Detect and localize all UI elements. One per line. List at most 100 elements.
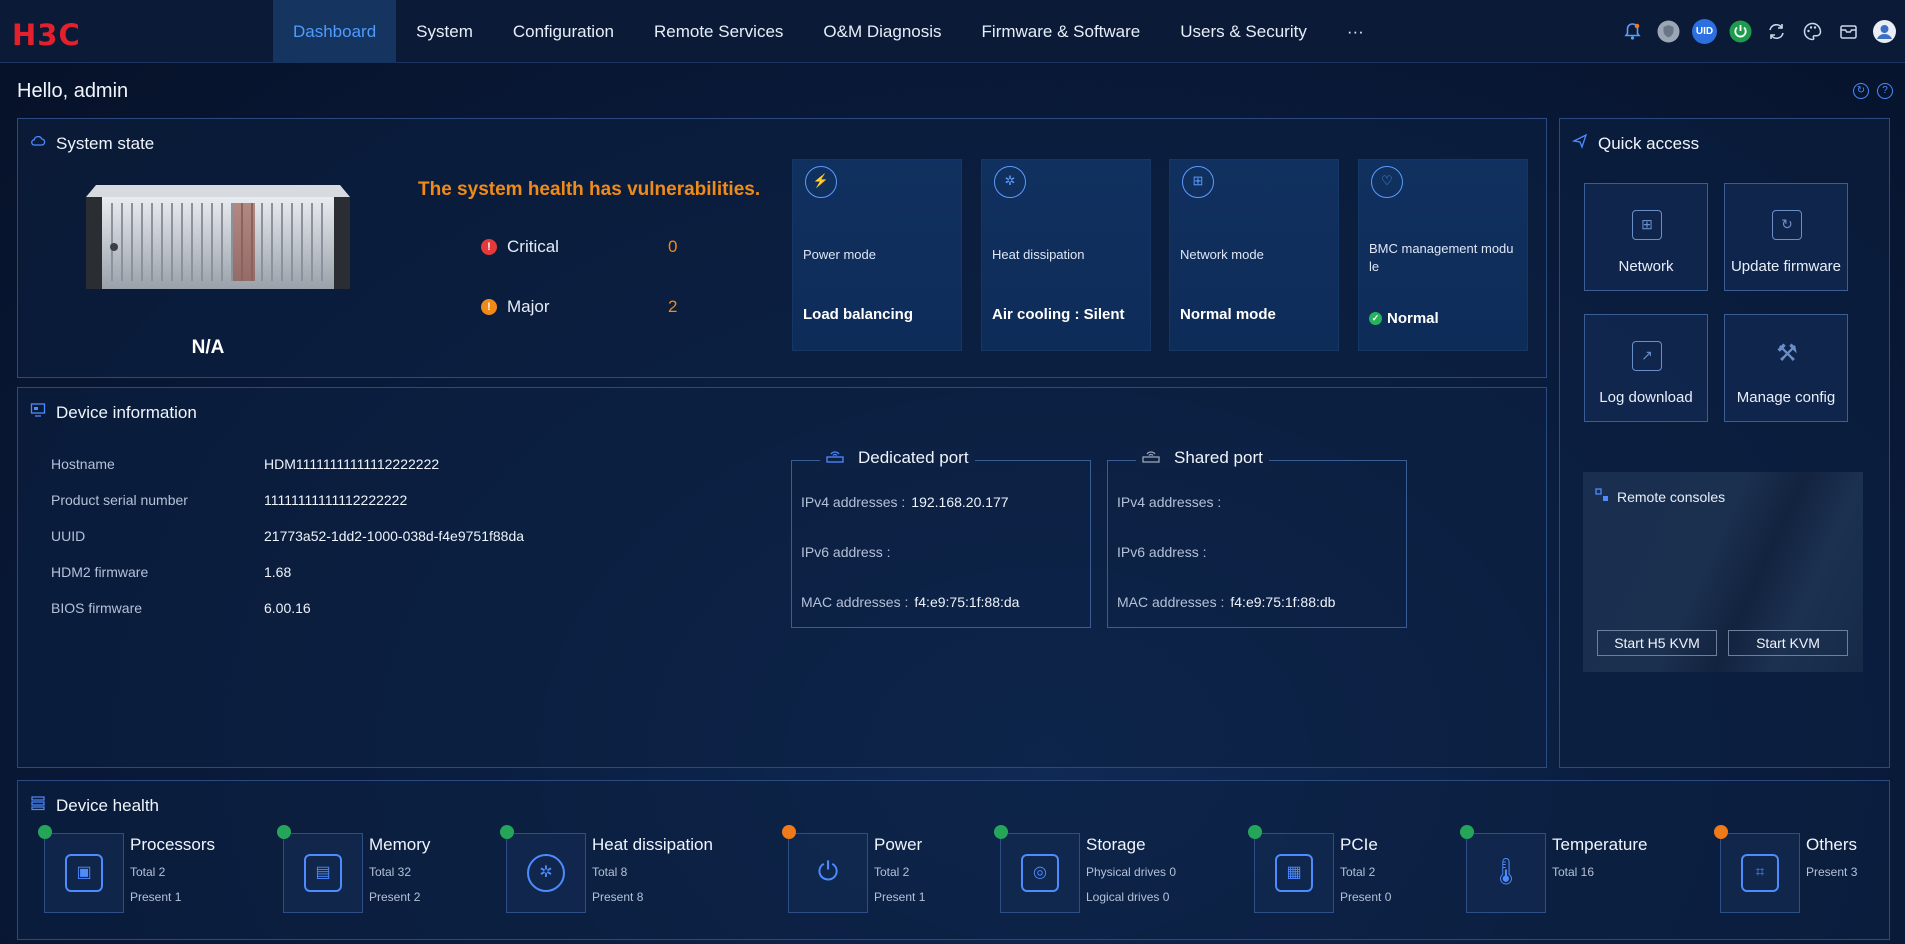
chip-icon: ⌗ <box>1741 854 1779 892</box>
server-model: N/A <box>191 337 225 358</box>
wrench-icon: ⚒ <box>1776 340 1798 367</box>
nav-dashboard[interactable]: Dashboard <box>273 0 397 63</box>
quick-access-title: Quick access <box>1571 133 1699 154</box>
cloud-icon <box>30 133 46 154</box>
update-firmware-button[interactable]: ↻ Update firmware <box>1724 183 1848 291</box>
bios-firmware-label: BIOS firmware <box>51 600 143 616</box>
hostname-value: HDM11111111111112222222 <box>264 456 440 472</box>
heart-icon: ♡ <box>1371 166 1403 198</box>
device-information-panel: Device information Hostname HDM111111111… <box>17 387 1547 768</box>
network-mode-card[interactable]: ⊞ Network mode Normal mode <box>1169 159 1339 351</box>
health-storage[interactable]: ◎ Storage Physical drives 0 Logical driv… <box>994 825 1204 920</box>
health-memory[interactable]: ▤ Memory Total 32 Present 2 <box>277 825 487 920</box>
nav-users-security[interactable]: Users & Security <box>1160 0 1327 63</box>
bell-icon[interactable] <box>1620 19 1645 44</box>
fan-icon: ✲ <box>527 854 565 892</box>
mail-icon[interactable] <box>1836 19 1861 44</box>
send-icon <box>1571 133 1588 154</box>
status-dot-orange <box>1714 825 1728 839</box>
major-alarm[interactable]: ! Major <box>481 297 550 317</box>
status-dot-green <box>1248 825 1262 839</box>
fan-icon: ✲ <box>994 166 1026 198</box>
nav-configuration[interactable]: Configuration <box>493 0 634 63</box>
nav-firmware-software[interactable]: Firmware & Software <box>962 0 1161 63</box>
page-tools: ↻ ? <box>1853 83 1893 99</box>
refresh-icon[interactable]: ↻ <box>1853 83 1869 99</box>
nav-more[interactable]: ··· <box>1327 0 1384 63</box>
status-dot-green <box>500 825 514 839</box>
bmc-module-card[interactable]: ♡ BMC management modu le ✓ Normal <box>1358 159 1528 351</box>
device-health-title: Device health <box>30 795 159 816</box>
major-count[interactable]: 2 <box>668 297 677 317</box>
dedicated-port-title: Dedicated port <box>858 448 969 467</box>
device-health-panel: Device health ▣ Processors Total 2 Prese… <box>17 780 1890 940</box>
hostname-label: Hostname <box>51 456 115 472</box>
remote-consoles-card: Remote consoles Start H5 KVM Start KVM <box>1583 472 1863 672</box>
monitor-icon <box>30 402 46 423</box>
nav-om-diagnosis[interactable]: O&M Diagnosis <box>803 0 961 63</box>
power-mode-card[interactable]: ⚡ Power mode Load balancing <box>792 159 962 351</box>
health-processors[interactable]: ▣ Processors Total 2 Present 1 <box>38 825 248 920</box>
plug-icon: ⏻ <box>817 856 839 886</box>
dedicated-ipv4-value: 192.168.20.177 <box>911 494 1009 510</box>
health-message: The system health has vulnerabilities. <box>418 179 761 200</box>
uuid-value: 21773a52-1dd2-1000-038d-f4e9751f88da <box>264 528 525 544</box>
shared-port-box: Shared port IPv4 addresses : IPv6 addres… <box>1107 448 1407 628</box>
status-dot-green <box>38 825 52 839</box>
remote-consoles-title: Remote consoles <box>1617 488 1726 505</box>
dedicated-port-box: Dedicated port IPv4 addresses :192.168.2… <box>791 448 1091 628</box>
hdm2-firmware-value: 1.68 <box>264 564 292 580</box>
palette-icon[interactable] <box>1800 19 1825 44</box>
main-nav: Dashboard System Configuration Remote Se… <box>273 0 1384 63</box>
router-icon <box>1142 448 1160 468</box>
critical-count[interactable]: 0 <box>668 237 677 257</box>
dedicated-mac-value: f4:e9:75:1f:88:da <box>914 594 1020 610</box>
status-dot-green <box>277 825 291 839</box>
status-dot-green <box>994 825 1008 839</box>
help-icon[interactable]: ? <box>1877 83 1893 99</box>
network-mode-icon: ⊞ <box>1182 166 1214 198</box>
network-button[interactable]: ⊞ Network <box>1584 183 1708 291</box>
device-information-title: Device information <box>30 402 197 423</box>
serial-number-value: 11111111111112222222 <box>264 492 408 508</box>
start-kvm-button[interactable]: Start KVM <box>1728 630 1848 656</box>
check-icon: ✓ <box>1369 312 1382 325</box>
status-dot-green <box>1460 825 1474 839</box>
health-temperature[interactable]: 🌡 Temperature Total 16 <box>1460 825 1670 920</box>
health-pcie[interactable]: ▦ PCIe Total 2 Present 0 <box>1248 825 1458 920</box>
health-power[interactable]: ⏻ Power Total 2 Present 1 <box>782 825 992 920</box>
health-others[interactable]: ⌗ Others Present 3 <box>1714 825 1905 920</box>
power-mode-icon: ⚡ <box>805 166 837 198</box>
update-firmware-icon: ↻ <box>1772 210 1802 240</box>
log-download-button[interactable]: ↗ Log download <box>1584 314 1708 422</box>
critical-alarm[interactable]: ! Critical <box>481 237 559 257</box>
nav-remote-services[interactable]: Remote Services <box>634 0 803 63</box>
system-state-panel: System state N/A The system health has v… <box>17 118 1547 378</box>
shared-mac-value: f4:e9:75:1f:88:db <box>1230 594 1336 610</box>
server-image <box>78 177 358 297</box>
serial-number-label: Product serial number <box>51 492 188 508</box>
h3c-logo[interactable]: H3C <box>12 18 81 52</box>
shield-icon[interactable] <box>1656 19 1681 44</box>
manage-config-button[interactable]: ⚒ Manage config <box>1724 314 1848 422</box>
start-h5-kvm-button[interactable]: Start H5 KVM <box>1597 630 1717 656</box>
health-heat-dissipation[interactable]: ✲ Heat dissipation Total 8 Present 8 <box>500 825 713 920</box>
user-avatar-icon[interactable] <box>1872 19 1897 44</box>
cpu-icon: ▣ <box>65 854 103 892</box>
bios-firmware-value: 6.00.16 <box>264 600 311 616</box>
uid-icon[interactable]: UID <box>1692 19 1717 44</box>
power-icon[interactable] <box>1728 19 1753 44</box>
network-icon: ⊞ <box>1632 210 1662 240</box>
quick-access-panel: Quick access ⊞ Network ↻ Update firmware… <box>1559 118 1890 768</box>
hdm2-firmware-label: HDM2 firmware <box>51 564 149 580</box>
heat-dissipation-card[interactable]: ✲ Heat dissipation Air cooling : Silent <box>981 159 1151 351</box>
nav-system[interactable]: System <box>396 0 493 63</box>
top-navigation-bar: H3C Dashboard System Configuration Remot… <box>0 0 1905 63</box>
external-link-icon: ↗ <box>1632 341 1662 371</box>
uuid-label: UUID <box>51 528 86 544</box>
status-dot-orange <box>782 825 796 839</box>
sync-icon[interactable] <box>1764 19 1789 44</box>
pcie-card-icon: ▦ <box>1275 854 1313 892</box>
critical-icon: ! <box>481 239 497 255</box>
memory-icon: ▤ <box>304 854 342 892</box>
